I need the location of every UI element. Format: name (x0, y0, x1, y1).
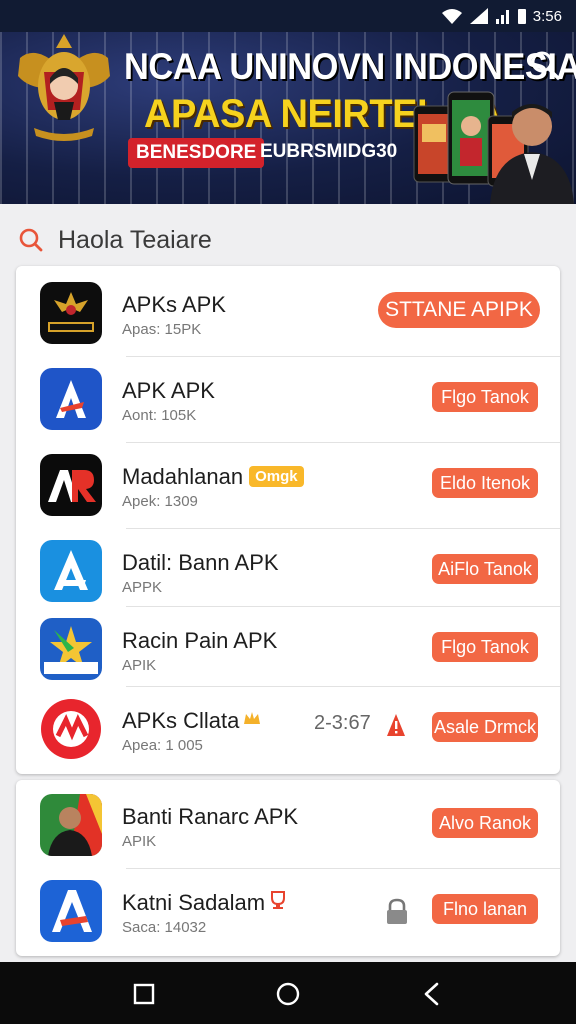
wifi-icon (441, 9, 462, 24)
letter-a-app-icon (40, 540, 102, 602)
install-button[interactable]: STTANE APIPK (378, 292, 540, 328)
banner-pill: BENESDORE (128, 138, 265, 168)
list-item[interactable]: APKs APK Apas: 15PK STTANE APIPK (16, 270, 560, 350)
app-name: Datil: Bann APK (122, 550, 279, 575)
app-name-text: APKs Cllata (122, 708, 240, 733)
app-meta: Apea: 1 005 (122, 737, 203, 754)
app-name: APK APK (122, 378, 215, 403)
letter-a-app-icon (40, 368, 102, 430)
garuda-crest-logo (18, 34, 110, 141)
home-icon[interactable] (274, 980, 302, 1008)
app-name: Racin Pain APK (122, 628, 278, 653)
app-name-text: Katni Sadalam (122, 890, 266, 915)
list-item[interactable]: Datil: Bann APK APPK AiFlo Tanok (16, 528, 560, 608)
star-app-icon (40, 618, 102, 680)
list-item[interactable]: Racin Pain APK APIK Flgo Tanok (16, 606, 560, 686)
search-icon (19, 228, 43, 252)
download-button[interactable]: AiFlo Tanok (432, 554, 538, 584)
status-time: 3:56 (532, 7, 562, 25)
system-navigation-bar (0, 962, 576, 1024)
app-badge: Omgk (249, 466, 304, 487)
app-name: APKs APK (122, 292, 226, 317)
search-label: Haola Teaiare (58, 225, 212, 254)
app-list-card: Banti Ranarc APK APIK Alvo Ranok Katni S… (16, 780, 560, 956)
app-meta: Saca: 14032 (122, 919, 207, 936)
back-icon[interactable] (418, 980, 446, 1008)
download-button[interactable]: Eldo Itenok (432, 468, 538, 498)
lock-icon (387, 898, 407, 924)
red-circle-app-icon (40, 698, 102, 760)
battery-icon (517, 9, 526, 24)
app-name: APKs Cllata (122, 708, 262, 734)
app-meta: APIK (122, 657, 157, 674)
signal-icon (469, 8, 488, 24)
list-item[interactable]: Banti Ranarc APK APIK Alvo Ranok (16, 782, 560, 862)
app-name-text: Madahlanan (122, 464, 244, 489)
app-meta: Aont: 105K (122, 407, 197, 424)
ar-app-icon (40, 454, 102, 516)
download-button[interactable]: Flgo Tanok (432, 382, 538, 412)
download-button[interactable]: Alvo Ranok (432, 808, 538, 838)
search-icon[interactable] (528, 48, 562, 82)
banner-pill-text: EUBRSMIDG30 (260, 141, 398, 162)
letter-a-app-icon (40, 880, 102, 942)
banner-title: NCAA UNINOVN INDONESIA (124, 46, 576, 87)
portrait-app-icon (40, 794, 102, 856)
list-item[interactable]: Katni Sadalam Saca: 14032 Flno lanan (16, 868, 560, 948)
app-meta: Apas: 15PK (122, 321, 202, 338)
app-meta: APPK (122, 579, 163, 596)
download-button[interactable]: Asale Drmck (432, 712, 538, 742)
eagle-app-icon (40, 282, 102, 344)
list-item[interactable]: APKs Cllata Apea: 1 005 2-3:67 Asale Drm… (16, 686, 560, 766)
trophy-icon (271, 891, 286, 909)
download-button[interactable]: Flno lanan (432, 894, 538, 924)
app-name: Madahlanan Omgk (122, 464, 304, 490)
signal-bars-icon (495, 10, 509, 24)
app-name: Katni Sadalam (122, 890, 288, 916)
rating-text: 2-3:67 (314, 712, 371, 734)
search-bar[interactable]: Haola Teaiare (0, 220, 576, 260)
app-name: Banti Ranarc APK (122, 804, 299, 829)
alert-icon (387, 714, 405, 736)
app-meta: APIK (122, 833, 157, 850)
app-meta: Apek: 1309 (122, 493, 198, 510)
recent-apps-icon[interactable] (130, 980, 158, 1008)
app-list-card: APKs APK Apas: 15PK STTANE APIPK APK APK… (16, 266, 560, 774)
list-item[interactable]: APK APK Aont: 105K Flgo Tanok (16, 356, 560, 436)
list-item[interactable]: Madahlanan Omgk Apek: 1309 Eldo Itenok (16, 442, 560, 522)
crown-icon (244, 712, 261, 724)
presenter-photo (490, 104, 574, 204)
status-bar: 3:56 (0, 0, 576, 32)
download-button[interactable]: Flgo Tanok (432, 632, 538, 662)
